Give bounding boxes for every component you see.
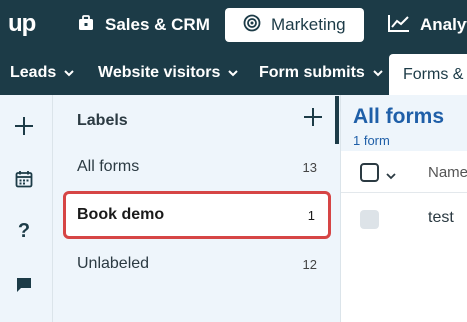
label-item-unlabeled[interactable]: Unlabeled 12 [77,252,317,276]
label-item-name: Book demo [77,206,165,223]
select-all-checkbox[interactable] [360,163,379,182]
label-item-count: 13 [302,159,317,175]
tab-marketing-label: Marketing [271,15,346,34]
page-title: All forms [353,105,445,128]
briefcase-icon [77,14,105,37]
subtab-forms-label: Forms & [403,65,464,83]
subtab-website-visitors-label: Website visitors [98,63,221,81]
label-item-count: 12 [302,256,317,272]
subtab-form-submits-label: Form submits [259,63,365,81]
column-header-name[interactable]: Name [428,164,467,181]
table-row-name[interactable]: test [428,209,454,227]
calendar-icon[interactable] [13,168,35,190]
tab-sales-crm[interactable]: Sales & CRM [77,8,210,42]
selected-indicator [335,96,339,144]
chat-icon[interactable] [13,274,35,296]
subtab-website-visitors[interactable]: Website visitors [98,50,239,95]
chevron-down-icon [373,64,383,82]
line-chart-icon [388,14,420,37]
tab-marketing[interactable]: Marketing [225,8,364,42]
label-item-name: All forms [77,158,140,175]
forms-count: 1 form [353,133,390,148]
tab-analytics[interactable]: Analyt [388,8,467,42]
subtab-leads-label: Leads [10,63,57,81]
add-label-button[interactable] [301,107,325,131]
forms-header: All forms 1 form [341,95,467,151]
table-header: Name [341,151,467,193]
label-item-name: Unlabeled [77,255,150,272]
forms-main-area: All forms 1 form Name test [341,95,467,322]
subtab-forms[interactable]: Forms & [389,54,467,95]
chevron-down-icon [228,64,239,82]
tab-sales-crm-label: Sales & CRM [105,15,210,34]
top-navigation-bar: up Sales & CRM Marketing Analyt [0,0,467,50]
row-checkbox[interactable] [360,210,379,229]
app-logo[interactable]: up [8,10,36,38]
subtab-form-submits[interactable]: Form submits [259,50,383,95]
subtab-leads[interactable]: Leads [10,50,74,95]
chevron-down-icon[interactable] [386,167,396,185]
label-item-book-demo[interactable]: Book demo 1 [63,191,331,239]
label-item-count: 1 [307,208,315,223]
help-icon[interactable]: ? [13,220,35,242]
sub-navigation-bar: Leads Website visitors Form submits Form… [0,50,467,95]
plus-icon [303,107,323,132]
tab-analytics-label: Analyt [420,15,467,34]
labels-panel: Labels All forms 13 Book demo 1 Unlabele… [53,95,341,322]
plus-icon[interactable] [13,115,35,137]
target-icon [243,14,271,37]
chevron-down-icon [64,64,74,82]
icon-rail: ? [0,95,53,322]
labels-heading: Labels [77,112,128,129]
label-item-all-forms[interactable]: All forms 13 [77,155,317,179]
